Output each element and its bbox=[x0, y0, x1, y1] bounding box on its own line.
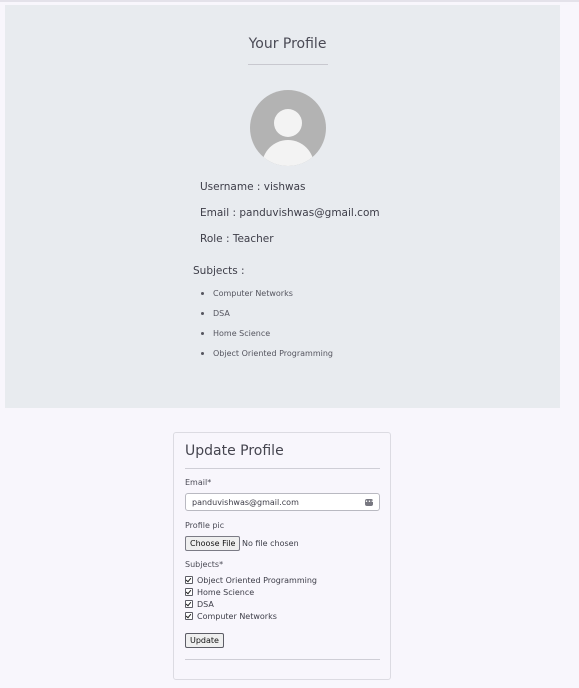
bottom-divider bbox=[185, 659, 380, 660]
avatar-body bbox=[262, 140, 314, 166]
checkbox-label: DSA bbox=[197, 599, 214, 609]
checkbox[interactable] bbox=[185, 612, 193, 620]
file-status-text: No file chosen bbox=[242, 539, 299, 548]
profile-title: Your Profile bbox=[248, 36, 327, 52]
checkbox-label: Home Science bbox=[197, 587, 255, 597]
checkbox[interactable] bbox=[185, 600, 193, 608]
checkbox-label: Object Oriented Programming bbox=[197, 575, 317, 585]
avatar-icon bbox=[250, 90, 326, 166]
subject-option-dsa[interactable]: DSA bbox=[185, 598, 214, 610]
update-profile-title: Update Profile bbox=[185, 443, 284, 459]
subject-list: Computer Networks DSA Home Science Objec… bbox=[201, 288, 333, 368]
profile-card: Your Profile Username : vishwas Email : … bbox=[5, 5, 560, 408]
update-button[interactable]: Update bbox=[185, 633, 224, 648]
avatar-head bbox=[274, 109, 302, 137]
checkbox[interactable] bbox=[185, 576, 193, 584]
email-field[interactable] bbox=[185, 493, 380, 511]
role-text: Role : Teacher bbox=[200, 233, 274, 245]
subject-option-oop[interactable]: Object Oriented Programming bbox=[185, 574, 317, 586]
profile-title-underline bbox=[248, 64, 328, 65]
autofill-icon[interactable]: ••• bbox=[365, 499, 374, 506]
subjects-heading: Subjects : bbox=[193, 265, 245, 277]
subjects-label: Subjects* bbox=[185, 560, 224, 569]
subject-item: Computer Networks bbox=[201, 288, 333, 308]
subject-option-home-science[interactable]: Home Science bbox=[185, 586, 254, 598]
subject-item: Object Oriented Programming bbox=[201, 348, 333, 368]
top-border bbox=[0, 0, 579, 2]
checkbox-label: Computer Networks bbox=[197, 611, 277, 621]
title-divider bbox=[185, 468, 380, 469]
profile-pic-label: Profile pic bbox=[185, 521, 225, 530]
subject-item: Home Science bbox=[201, 328, 333, 348]
username-text: Username : vishwas bbox=[200, 181, 306, 193]
email-text: Email : panduvishwas@gmail.com bbox=[200, 207, 380, 219]
subject-option-computer-networks[interactable]: Computer Networks bbox=[185, 610, 277, 622]
choose-file-button[interactable]: Choose File bbox=[185, 536, 241, 551]
update-profile-card: Update Profile Email* ••• Profile pic Ch… bbox=[173, 432, 391, 680]
email-label: Email* bbox=[185, 478, 212, 487]
subject-item: DSA bbox=[201, 308, 333, 328]
checkbox[interactable] bbox=[185, 588, 193, 596]
